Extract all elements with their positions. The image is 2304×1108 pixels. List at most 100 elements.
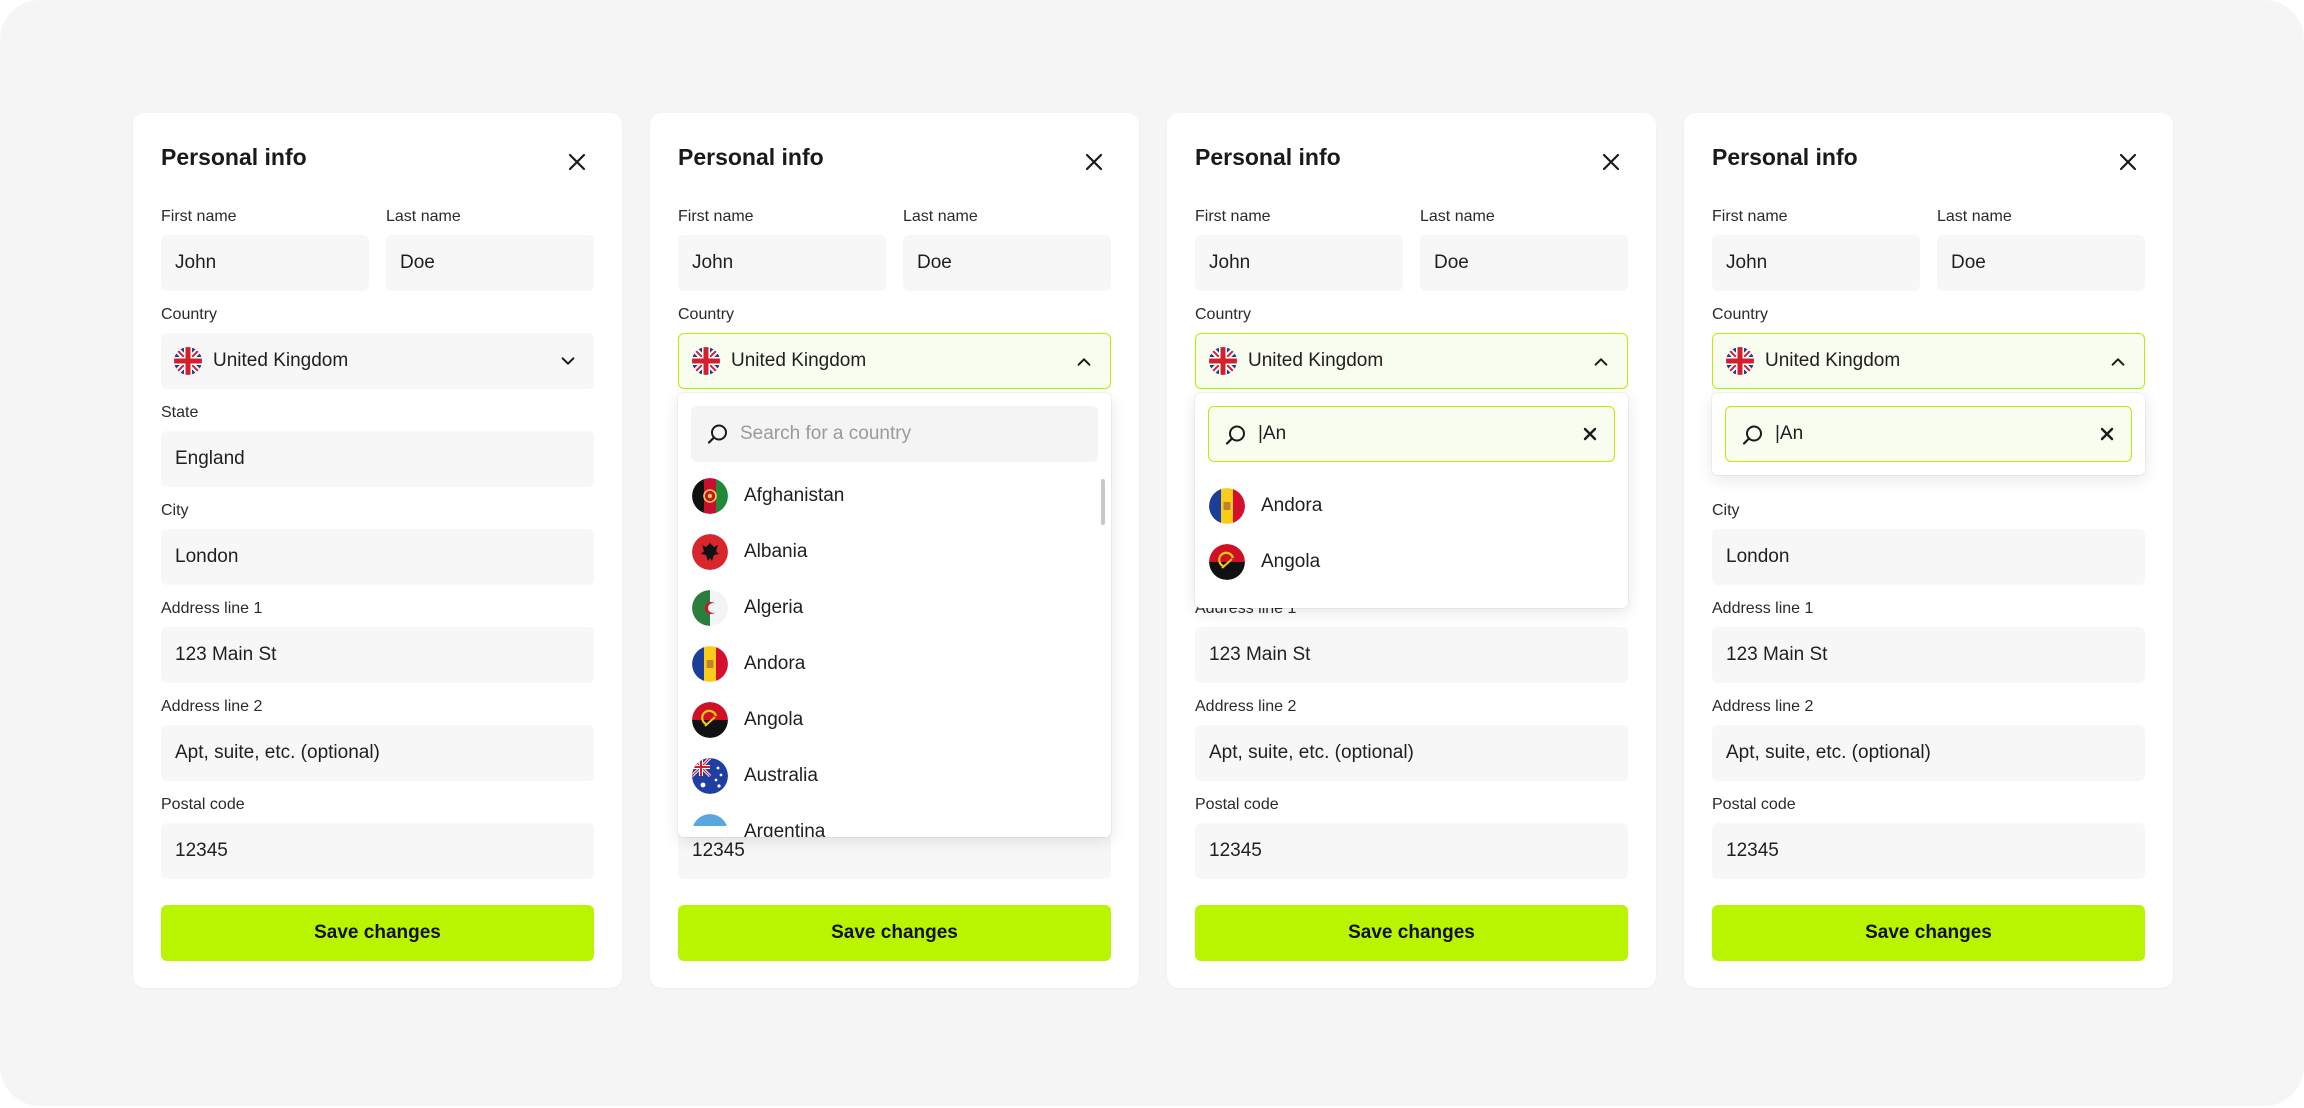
address-line-1-input[interactable]: 123 Main St: [1712, 627, 2145, 683]
city-input[interactable]: London: [1712, 529, 2145, 585]
country-option[interactable]: Angola: [1209, 543, 1609, 581]
personal-info-card: Personal info First name Last name John …: [1684, 113, 2173, 988]
postal-code-label: Postal code: [1712, 796, 1796, 813]
postal-code-input[interactable]: 12345: [1195, 823, 1628, 879]
close-icon: [2118, 152, 2138, 172]
country-dropdown: |An Andora Angola: [1195, 393, 1628, 608]
last-name-input[interactable]: Doe: [903, 235, 1111, 291]
address-line-1-label: Address line 1: [161, 600, 263, 617]
country-option[interactable]: Australia: [692, 757, 1092, 795]
flag-argentina-icon: [692, 814, 728, 837]
country-option-label: Andora: [744, 653, 806, 674]
save-changes-button[interactable]: Save changes: [1195, 905, 1628, 961]
address-line-2-label: Address line 2: [1195, 698, 1297, 715]
clear-icon[interactable]: [1582, 426, 1598, 442]
country-dropdown: |An: [1712, 393, 2145, 475]
search-icon: [1224, 423, 1248, 447]
first-name-label: First name: [161, 208, 237, 225]
close-icon: [1084, 152, 1104, 172]
postal-code-input[interactable]: 12345: [1712, 823, 2145, 879]
flag-afghanistan-icon: [692, 478, 728, 514]
address-line-2-input[interactable]: Apt, suite, etc. (optional): [1195, 725, 1628, 781]
card-title: Personal info: [678, 144, 824, 170]
country-option[interactable]: Andora: [692, 645, 1092, 683]
first-name-input[interactable]: John: [161, 235, 369, 291]
country-option[interactable]: Algeria: [692, 589, 1092, 627]
postal-code-label: Postal code: [1195, 796, 1279, 813]
country-select[interactable]: United Kingdom: [1712, 333, 2145, 389]
country-select-value: United Kingdom: [731, 350, 867, 371]
country-search-input[interactable]: |An: [1208, 406, 1615, 462]
search-icon: [706, 422, 730, 446]
city-label: City: [1712, 502, 1740, 519]
close-button[interactable]: [1077, 145, 1111, 179]
close-button[interactable]: [1594, 145, 1628, 179]
address-line-2-input[interactable]: Apt, suite, etc. (optional): [1712, 725, 2145, 781]
flag-united-kingdom-icon: [1209, 347, 1237, 375]
card-title: Personal info: [1712, 144, 1858, 170]
country-option[interactable]: Argentina: [692, 813, 1092, 837]
last-name-input[interactable]: Doe: [386, 235, 594, 291]
close-button[interactable]: [560, 145, 594, 179]
flag-united-kingdom-icon: [1726, 347, 1754, 375]
state-label: State: [161, 404, 199, 421]
last-name-label: Last name: [1937, 208, 2012, 225]
first-name-input[interactable]: John: [1712, 235, 1920, 291]
save-changes-button[interactable]: Save changes: [678, 905, 1111, 961]
country-label: Country: [1712, 306, 1769, 323]
address-line-1-input[interactable]: 123 Main St: [161, 627, 594, 683]
save-changes-button[interactable]: Save changes: [161, 905, 594, 961]
personal-info-card: Personal info First name Last name John …: [133, 113, 622, 988]
city-input[interactable]: London: [161, 529, 594, 585]
country-search-input[interactable]: |An: [1725, 406, 2132, 462]
country-select[interactable]: United Kingdom: [161, 333, 594, 389]
country-select[interactable]: United Kingdom: [678, 333, 1111, 389]
last-name-input[interactable]: Doe: [1420, 235, 1628, 291]
chevron-down-icon: [558, 352, 578, 370]
flag-algeria-icon: [692, 590, 728, 626]
country-option-label: Algeria: [744, 597, 804, 618]
first-name-label: First name: [1195, 208, 1271, 225]
postal-code-label: Postal code: [161, 796, 245, 813]
card-title: Personal info: [1195, 144, 1341, 170]
country-option[interactable]: Andora: [1209, 487, 1609, 525]
city-label: City: [161, 502, 189, 519]
address-line-2-input[interactable]: Apt, suite, etc. (optional): [161, 725, 594, 781]
first-name-input[interactable]: John: [678, 235, 886, 291]
chevron-up-icon: [1591, 353, 1611, 371]
canvas: Personal info First name Last name John …: [0, 0, 2304, 1106]
country-option-label: Afghanistan: [744, 485, 845, 506]
flag-australia-icon: [692, 758, 728, 794]
close-button[interactable]: [2111, 145, 2145, 179]
postal-code-input[interactable]: 12345: [161, 823, 594, 879]
clear-icon[interactable]: [2099, 426, 2115, 442]
flag-angola-icon: [1209, 544, 1245, 580]
last-name-label: Last name: [386, 208, 461, 225]
last-name-label: Last name: [903, 208, 978, 225]
save-changes-button[interactable]: Save changes: [1712, 905, 2145, 961]
first-name-label: First name: [1712, 208, 1788, 225]
country-label: Country: [1195, 306, 1252, 323]
country-option[interactable]: Angola: [692, 701, 1092, 739]
country-search-input[interactable]: Search for a country: [691, 406, 1098, 462]
country-select[interactable]: United Kingdom: [1195, 333, 1628, 389]
country-option-label: Andora: [1261, 495, 1323, 516]
country-option[interactable]: Albania: [692, 533, 1092, 571]
flag-united-kingdom-icon: [174, 347, 202, 375]
flag-angola-icon: [692, 702, 728, 738]
personal-info-card: Personal info First name Last name John …: [1167, 113, 1656, 988]
state-input[interactable]: England: [161, 431, 594, 487]
country-select-value: United Kingdom: [1765, 350, 1901, 371]
country-dropdown: Search for a country Afghanistan Albania…: [678, 393, 1111, 837]
personal-info-card: Personal info First name Last name John …: [650, 113, 1139, 988]
flag-united-kingdom-icon: [692, 347, 720, 375]
last-name-input[interactable]: Doe: [1937, 235, 2145, 291]
close-icon: [1601, 152, 1621, 172]
country-option[interactable]: Afghanistan: [692, 477, 1092, 515]
chevron-up-icon: [2108, 353, 2128, 371]
country-option-label: Argentina: [744, 821, 826, 837]
country-label: Country: [678, 306, 735, 323]
first-name-input[interactable]: John: [1195, 235, 1403, 291]
dropdown-scrollbar[interactable]: [1101, 479, 1105, 525]
address-line-1-input[interactable]: 123 Main St: [1195, 627, 1628, 683]
